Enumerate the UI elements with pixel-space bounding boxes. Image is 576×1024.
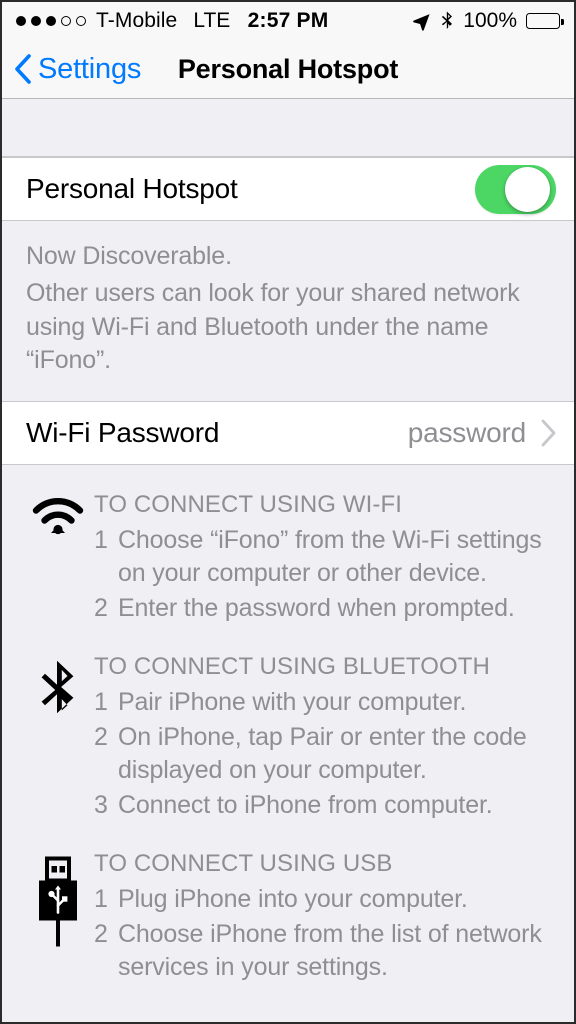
instruction-body-wifi: TO CONNECT USING WI-FI 1 Choose “iFono” … — [94, 491, 554, 627]
location-arrow-icon — [412, 12, 431, 31]
instruction-step: 2 Enter the password when prompted. — [94, 592, 548, 625]
step-text: Enter the password when prompted. — [118, 594, 515, 622]
back-button[interactable]: Settings — [2, 53, 141, 86]
personal-hotspot-label: Personal Hotspot — [26, 173, 238, 204]
discoverable-detail: Other users can look for your shared net… — [26, 279, 520, 374]
status-bar: T-Mobile LTE 2:57 PM 100% — [2, 2, 574, 40]
personal-hotspot-toggle[interactable] — [475, 164, 556, 214]
step-number: 2 — [94, 723, 108, 751]
wifi-password-label: Wi-Fi Password — [26, 417, 220, 448]
wifi-password-value: password — [407, 417, 526, 448]
hotspot-footer-note: Now Discoverable. Other users can look f… — [2, 221, 574, 401]
settings-content: Personal Hotspot Now Discoverable. Other… — [2, 100, 574, 1022]
instruction-block-wifi: TO CONNECT USING WI-FI 1 Choose “iFono” … — [22, 491, 554, 627]
instruction-block-bluetooth: TO CONNECT USING BLUETOOTH 1 Pair iPhone… — [22, 653, 554, 824]
status-bar-center: 2:57 PM — [248, 9, 329, 33]
step-number: 2 — [94, 920, 108, 948]
status-bar-right: 100% — [328, 9, 564, 33]
instruction-step: 2 On iPhone, tap Pair or enter the code … — [94, 721, 548, 787]
step-number: 3 — [94, 791, 108, 819]
wifi-password-cell[interactable]: Wi-Fi Password password — [2, 401, 574, 465]
instruction-step: 3 Connect to iPhone from computer. — [94, 789, 548, 822]
step-text: Plug iPhone into your computer. — [118, 885, 468, 913]
discoverable-status: Now Discoverable. — [26, 242, 232, 270]
chevron-left-icon — [14, 54, 31, 84]
signal-strength-icon — [16, 16, 86, 26]
step-number: 1 — [94, 688, 108, 716]
instruction-heading: TO CONNECT USING WI-FI — [94, 491, 402, 518]
network-type-label: LTE — [193, 9, 231, 32]
toggle-knob — [505, 166, 550, 212]
personal-hotspot-cell[interactable]: Personal Hotspot — [2, 157, 574, 221]
step-text: On iPhone, tap Pair or enter the code di… — [118, 723, 527, 784]
battery-percent-label: 100% — [463, 9, 518, 32]
step-text: Pair iPhone with your computer. — [118, 688, 467, 716]
bluetooth-icon — [22, 653, 94, 721]
connection-instructions: TO CONNECT USING WI-FI 1 Choose “iFono” … — [2, 465, 574, 986]
top-group-gap — [2, 100, 574, 157]
clock-label: 2:57 PM — [247, 9, 329, 32]
step-text: Connect to iPhone from computer. — [118, 791, 493, 819]
step-text: Choose iPhone from the list of network s… — [118, 920, 542, 981]
wifi-icon — [22, 491, 94, 537]
bluetooth-icon — [440, 11, 454, 31]
usb-icon — [22, 850, 94, 948]
instruction-step: 2 Choose iPhone from the list of network… — [94, 918, 548, 984]
navigation-bar: Settings Personal Hotspot — [2, 40, 574, 99]
carrier-label: T-Mobile — [96, 9, 178, 32]
iphone-screen: T-Mobile LTE 2:57 PM 100% Settings Perso… — [0, 0, 576, 1024]
step-text: Choose “iFono” from the Wi-Fi settings o… — [118, 526, 542, 587]
step-number: 2 — [94, 594, 108, 622]
instruction-step: 1 Pair iPhone with your computer. — [94, 686, 548, 719]
instruction-body-usb: TO CONNECT USING USB 1 Plug iPhone into … — [94, 850, 554, 986]
instruction-heading: TO CONNECT USING USB — [94, 850, 393, 877]
battery-full-icon — [526, 13, 564, 29]
instruction-heading: TO CONNECT USING BLUETOOTH — [94, 653, 490, 680]
step-number: 1 — [94, 526, 108, 554]
status-bar-left: T-Mobile LTE — [16, 9, 248, 33]
instruction-step: 1 Choose “iFono” from the Wi-Fi settings… — [94, 524, 548, 590]
instruction-step: 1 Plug iPhone into your computer. — [94, 883, 548, 916]
instruction-body-bluetooth: TO CONNECT USING BLUETOOTH 1 Pair iPhone… — [94, 653, 554, 824]
instruction-block-usb: TO CONNECT USING USB 1 Plug iPhone into … — [22, 850, 554, 986]
back-button-label: Settings — [38, 52, 142, 85]
chevron-right-icon — [526, 419, 556, 447]
step-number: 1 — [94, 885, 108, 913]
